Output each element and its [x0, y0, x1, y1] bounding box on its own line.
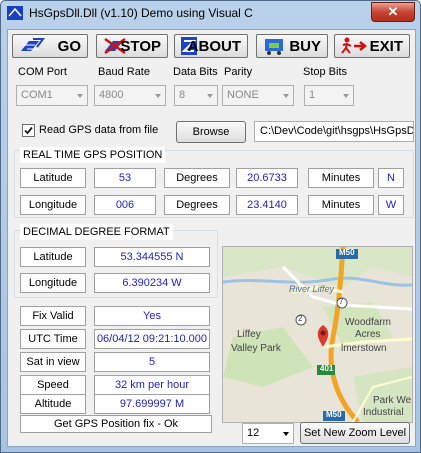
- map-label-liffey: Liffey: [237, 329, 261, 340]
- chevron-down-icon: [77, 94, 83, 98]
- running-man-icon: [341, 37, 368, 54]
- rt-degrees-label: Degrees: [164, 168, 230, 188]
- sat-in-view-label: Sat in view: [20, 352, 86, 372]
- rt-longitude-label: Longitude: [20, 195, 86, 215]
- baud-rate-value: 4800: [99, 89, 124, 101]
- parity-select[interactable]: NONE: [222, 85, 294, 106]
- dec-latitude-label: Latitude: [20, 247, 86, 267]
- map-label-lmerstown: lmerstown: [341, 343, 387, 354]
- checkmark-icon: [24, 126, 33, 135]
- map-label-valley-park: Valley Park: [231, 343, 281, 354]
- zoom-level-value: 12: [247, 427, 260, 439]
- browse-button[interactable]: Browse: [176, 121, 246, 143]
- fix-valid-value: Yes: [94, 306, 210, 326]
- utc-time-label: UTC Time: [20, 329, 86, 349]
- buy-label: BUY: [289, 38, 321, 55]
- realtime-title: REAL TIME GPS POSITION: [20, 147, 166, 163]
- rt-longitude-hemisphere: W: [378, 195, 404, 215]
- map-label-woodfarm: Woodfarm: [345, 317, 391, 328]
- stop-bits-label: Stop Bits: [303, 66, 348, 78]
- rt-degrees-label-2: Degrees: [164, 195, 230, 215]
- buy-button[interactable]: BUY: [256, 34, 328, 58]
- about-label: ABOUT: [187, 38, 241, 55]
- about-button[interactable]: ABOUT: [174, 34, 248, 58]
- speed-label: Speed: [20, 375, 86, 395]
- data-bits-label: Data Bits: [173, 66, 218, 78]
- data-bits-select[interactable]: 8: [174, 85, 218, 106]
- zoom-level-select[interactable]: 12: [242, 423, 294, 444]
- stop-label: STOP: [120, 38, 161, 55]
- chevron-down-icon: [343, 94, 349, 98]
- map-label-industrial: Industrial: [363, 407, 404, 418]
- map-view[interactable]: River Liffey Woodfarm Acres Liffey Valle…: [222, 246, 413, 423]
- rt-latitude-minutes: 20.6733: [236, 168, 298, 188]
- map-label-r401: 401: [320, 364, 334, 373]
- dec-latitude-value: 53.344555 N: [94, 247, 210, 267]
- fix-valid-label: Fix Valid: [20, 306, 86, 326]
- map-pin-icon: [317, 323, 329, 347]
- com-port-select[interactable]: COM1: [16, 85, 88, 106]
- decimal-title: DECIMAL DEGREE FORMAT: [20, 224, 173, 240]
- rt-longitude-degrees: 006: [94, 195, 156, 215]
- go-label: GO: [57, 38, 81, 55]
- dec-longitude-value: 6.390234 W: [94, 273, 210, 293]
- altitude-value: 97.699997 M: [94, 394, 210, 414]
- parity-value: NONE: [227, 89, 259, 101]
- close-button[interactable]: ✕: [371, 2, 415, 22]
- sat-in-view-value: 5: [94, 352, 210, 372]
- exit-label: EXIT: [369, 38, 403, 55]
- map-label-route-2: 2: [298, 314, 303, 323]
- rt-longitude-minutes: 23.4140: [236, 195, 298, 215]
- stop-button[interactable]: STOP: [96, 34, 168, 58]
- map-label-route-7: 7: [339, 297, 344, 306]
- com-port-label: COM Port: [18, 66, 67, 78]
- map-label-river: River Liffey: [289, 284, 335, 294]
- stop-bits-value: 1: [309, 89, 316, 101]
- altitude-label: Altitude: [20, 394, 86, 414]
- map-label-park-we: Park We: [373, 395, 412, 406]
- chevron-down-icon: [207, 94, 213, 98]
- satellite-app-icon: [7, 6, 23, 20]
- utc-time-value: 06/04/12 09:21:10.000: [94, 329, 210, 349]
- rt-minutes-label-2: Minutes: [308, 195, 374, 215]
- map-label-m50-bottom: M50: [326, 410, 342, 419]
- read-file-label: Read GPS data from file: [39, 124, 159, 136]
- client-area: GO STOP ABOUT BUY EXIT COM Port Baud Rat…: [7, 29, 416, 447]
- data-bits-value: 8: [179, 89, 186, 101]
- exit-button[interactable]: EXIT: [334, 34, 410, 58]
- chevron-down-icon: [283, 432, 289, 436]
- go-button[interactable]: GO: [12, 34, 88, 58]
- satellite-icon: [21, 38, 45, 51]
- rt-latitude-hemisphere: N: [378, 168, 404, 188]
- map-label-m50-top: M50: [339, 248, 355, 257]
- file-path-field[interactable]: C:\Dev\Code\git\hsgps\HsGpsDe: [254, 121, 414, 142]
- map-label-acres: Acres: [355, 329, 381, 340]
- set-zoom-button[interactable]: Set New Zoom Level: [300, 422, 410, 444]
- parity-label: Parity: [224, 66, 253, 78]
- chevron-down-icon: [283, 94, 289, 98]
- window-title: HsGpsDll.Dll (v1.10) Demo using Visual C: [29, 6, 253, 20]
- chevron-down-icon: [155, 94, 161, 98]
- rt-latitude-label: Latitude: [20, 168, 86, 188]
- cart-icon: [265, 39, 283, 55]
- baud-rate-select[interactable]: 4800: [94, 85, 166, 106]
- baud-rate-label: Baud Rate: [98, 66, 150, 78]
- status-text: Get GPS Position fix - Ok: [20, 415, 212, 433]
- speed-value: 32 km per hour: [94, 375, 210, 395]
- title-bar[interactable]: HsGpsDll.Dll (v1.10) Demo using Visual C…: [1, 1, 420, 27]
- read-file-checkbox[interactable]: [22, 124, 35, 137]
- dec-longitude-label: Longitude: [20, 273, 86, 293]
- rt-latitude-degrees: 53: [94, 168, 156, 188]
- com-port-value: COM1: [21, 89, 53, 101]
- rt-minutes-label: Minutes: [308, 168, 374, 188]
- app-window: HsGpsDll.Dll (v1.10) Demo using Visual C…: [0, 0, 421, 453]
- stop-bits-select[interactable]: 1: [304, 85, 354, 106]
